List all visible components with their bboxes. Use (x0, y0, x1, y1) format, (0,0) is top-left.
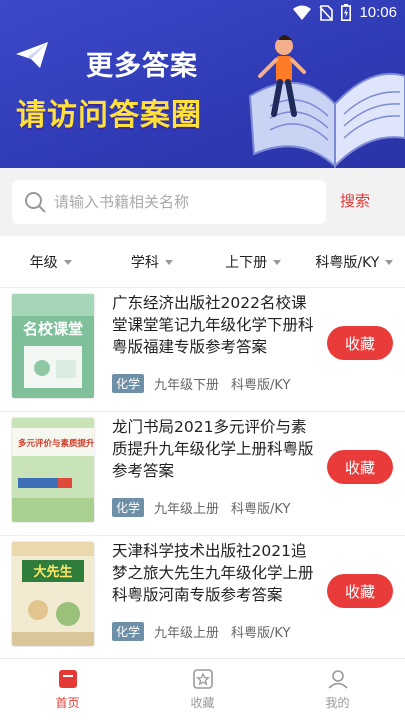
banner-subheadline: 请访问答案圈 (16, 98, 202, 133)
bottom-tab-bar: 首页 收藏 我的 (0, 658, 405, 720)
book-cover[interactable]: 多元评价与素质提升 (12, 418, 94, 522)
banner-headline: 更多答案 (86, 51, 198, 82)
cover-title-text: 多元评价与素质提升 (18, 438, 94, 449)
open-book-illustration (248, 35, 405, 168)
tab-favorites-label: 收藏 (190, 696, 215, 710)
filter-volume-label: 上下册 (225, 254, 268, 271)
subject-tag: 化学 (112, 622, 145, 641)
user-icon (327, 670, 348, 689)
filter-edition[interactable]: 科粤版/KY (304, 252, 405, 272)
book-meta: 化学 九年级上册 科粤版/KY (112, 622, 290, 641)
status-time: 10:06 (359, 4, 397, 21)
book-edition: 科粤版/KY (231, 378, 291, 393)
list-item[interactable]: 名校课堂 广东经济出版社2022名校课堂课堂笔记九年级化学下册科粤版福建专版参考… (0, 288, 405, 412)
filter-volume[interactable]: 上下册 (203, 252, 304, 272)
search-input[interactable] (54, 193, 304, 211)
book-grade: 九年级上册 (154, 626, 220, 641)
filter-bar: 年级 学科 上下册 科粤版/KY (0, 236, 405, 288)
collect-button[interactable]: 收藏 (327, 450, 393, 484)
tab-favorites[interactable]: 收藏 (135, 659, 270, 720)
status-icons: 10:06 (293, 4, 397, 21)
filter-grade-label: 年级 (29, 254, 58, 271)
search-icon (24, 191, 46, 213)
book-title[interactable]: 龙门书局2021多元评价与素质提升九年级化学上册科粤版参考答案 (112, 416, 317, 482)
search-box[interactable] (12, 180, 326, 224)
tab-home[interactable]: 首页 (0, 659, 135, 720)
search-section: 搜索 (0, 168, 405, 236)
no-sim-icon (319, 4, 334, 21)
status-bar: 10:06 (0, 0, 405, 28)
paper-plane-icon (16, 42, 48, 68)
book-title[interactable]: 天津科学技术出版社2021追梦之旅大先生九年级化学上册科粤版河南专版参考答案 (112, 540, 317, 606)
book-cover[interactable]: 名校课堂 (12, 294, 94, 398)
caret-down-icon (273, 260, 282, 265)
collect-button[interactable]: 收藏 (327, 326, 393, 360)
list-item[interactable]: 大先生 天津科学技术出版社2021追梦之旅大先生九年级化学上册科粤版河南专版参考… (0, 536, 405, 658)
battery-icon (341, 4, 352, 21)
subject-tag: 化学 (112, 374, 145, 393)
list-item[interactable]: 多元评价与素质提升 龙门书局2021多元评价与素质提升九年级化学上册科粤版参考答… (0, 412, 405, 536)
book-meta: 化学 九年级上册 科粤版/KY (112, 498, 290, 517)
book-title[interactable]: 广东经济出版社2022名校课堂课堂笔记九年级化学下册科粤版福建专版参考答案 (112, 292, 317, 358)
book-grade: 九年级上册 (154, 502, 220, 517)
filter-subject-label: 学科 (130, 254, 159, 271)
book-grade: 九年级下册 (154, 378, 220, 393)
book-list: 名校课堂 广东经济出版社2022名校课堂课堂笔记九年级化学下册科粤版福建专版参考… (0, 288, 405, 658)
tab-profile[interactable]: 我的 (270, 659, 405, 720)
cover-title-text: 名校课堂 (23, 320, 83, 338)
caret-down-icon (385, 260, 394, 265)
subject-tag: 化学 (112, 498, 145, 517)
book-edition: 科粤版/KY (231, 502, 291, 517)
filter-subject[interactable]: 学科 (101, 252, 202, 272)
star-icon (192, 669, 213, 689)
collect-button[interactable]: 收藏 (327, 574, 393, 608)
home-icon (58, 670, 77, 688)
caret-down-icon (164, 260, 173, 265)
book-meta: 化学 九年级下册 科粤版/KY (112, 374, 290, 393)
caret-down-icon (63, 260, 72, 265)
book-edition: 科粤版/KY (231, 626, 291, 641)
search-button[interactable]: 搜索 (340, 190, 370, 211)
header-banner: 10:06 更多答案 请访问答案圈 (0, 0, 405, 168)
cover-title-text: 大先生 (33, 564, 72, 580)
filter-grade[interactable]: 年级 (0, 252, 101, 272)
book-cover[interactable]: 大先生 (12, 542, 94, 646)
wifi-icon (293, 5, 312, 20)
filter-edition-label: 科粤版/KY (315, 254, 380, 271)
tab-profile-label: 我的 (325, 696, 350, 710)
tab-home-label: 首页 (55, 696, 80, 710)
